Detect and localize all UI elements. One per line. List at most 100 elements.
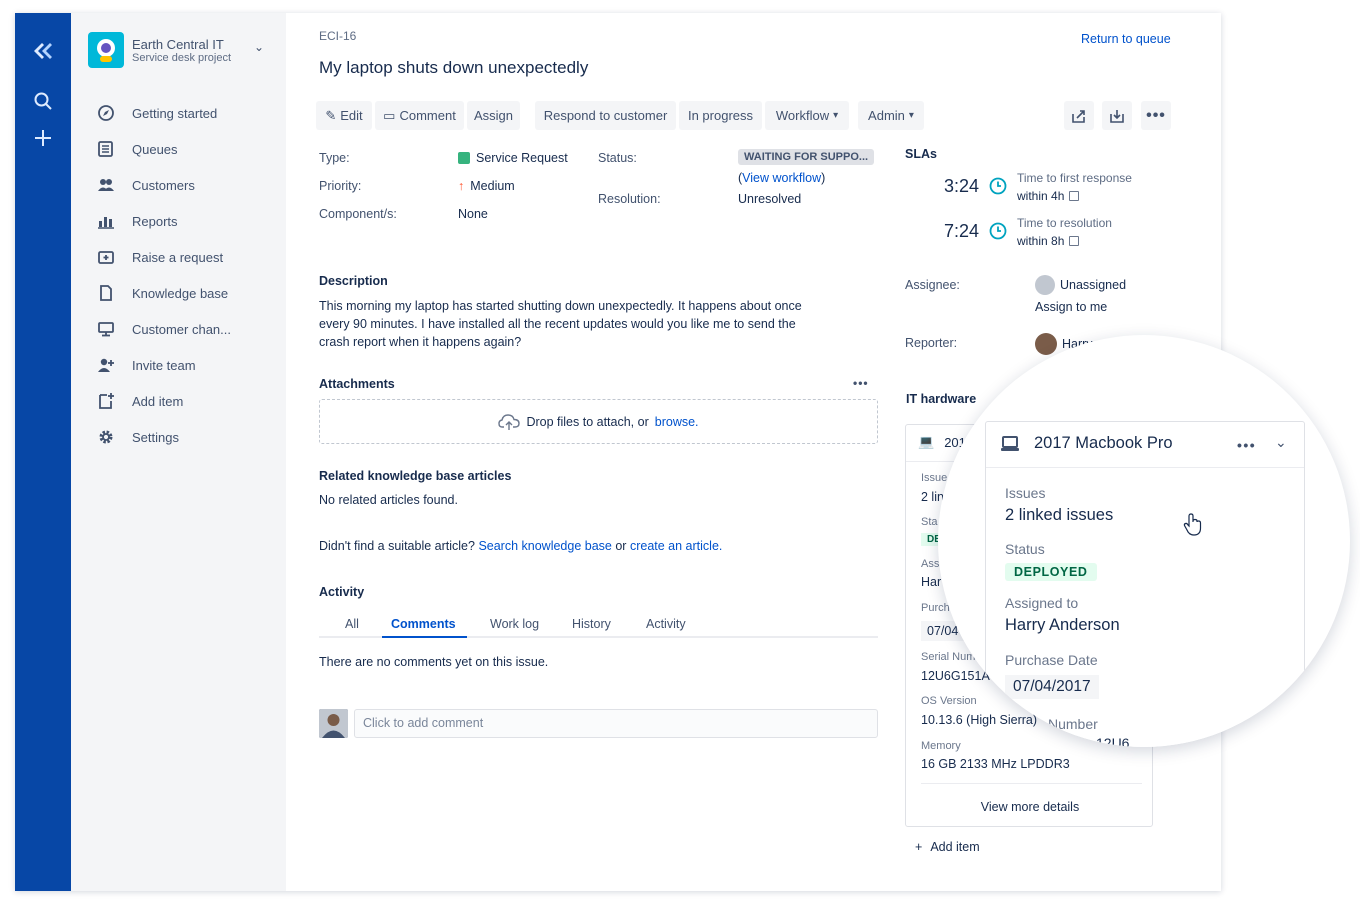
share-button[interactable] <box>1064 101 1094 130</box>
create-article-link[interactable]: create an article. <box>630 539 722 553</box>
workflow-dropdown[interactable]: Workflow ▾ <box>765 101 849 130</box>
ellipsis-icon: ••• <box>1146 106 1166 124</box>
project-switcher[interactable]: Earth Central IT Service desk project ⌄ <box>88 32 278 72</box>
sla-time: 7:24 <box>944 221 980 241</box>
slas-heading: SLAs <box>905 147 937 161</box>
attachments-more-icon[interactable]: ••• <box>853 376 869 390</box>
tab-all[interactable]: All <box>345 617 359 631</box>
issue-key[interactable]: ECI-16 <box>319 29 356 43</box>
issue-title[interactable]: My laptop shuts down unexpectedly <box>319 58 588 78</box>
status-badge[interactable]: WAITING FOR SUPPO... <box>738 149 875 165</box>
clock-icon <box>989 222 1007 240</box>
sidebar-item-label: Customer chan... <box>132 321 231 337</box>
more-actions-button[interactable]: ••• <box>1141 101 1171 130</box>
sidebar-item-invite-team[interactable]: Invite team <box>71 347 286 383</box>
comment-button[interactable]: ▭ Comment <box>375 101 464 130</box>
plus-icon[interactable] <box>15 128 71 148</box>
sidebar-item-settings[interactable]: Settings <box>71 419 286 455</box>
divider <box>986 467 1304 468</box>
sidebar-item-reports[interactable]: Reports <box>71 203 286 239</box>
no-comments-text: There are no comments yet on this issue. <box>319 655 549 669</box>
project-sidebar: Earth Central IT Service desk project ⌄ … <box>71 13 286 891</box>
activity-heading: Activity <box>319 585 365 599</box>
active-tab-indicator <box>382 636 467 638</box>
search-kb-link[interactable]: Search knowledge base <box>478 539 611 553</box>
priority-value: ↑ Medium <box>458 179 515 193</box>
tab-history[interactable]: History <box>572 617 611 631</box>
share-icon <box>1072 109 1085 123</box>
respond-to-customer-button[interactable]: Respond to customer <box>535 101 676 130</box>
sidebar-item-raise-request[interactable]: Raise a request <box>71 239 286 275</box>
sidebar-item-knowledge-base[interactable]: Knowledge base <box>71 275 286 311</box>
admin-dropdown[interactable]: Admin ▾ <box>858 101 924 130</box>
sidebar-item-label: Customers <box>132 177 195 193</box>
browse-link[interactable]: browse. <box>655 415 699 429</box>
return-to-queue-link[interactable]: Return to queue <box>1081 32 1171 46</box>
hand-cursor-icon <box>1183 513 1202 536</box>
chevron-down-icon[interactable]: ⌄ <box>254 40 264 54</box>
clock-icon <box>989 177 1007 195</box>
kb-prompt: Didn't find a suitable article? Search k… <box>319 539 723 553</box>
edit-button[interactable]: ✎ Edit <box>316 101 372 130</box>
export-button[interactable] <box>1102 101 1132 130</box>
laptop-icon <box>1001 435 1019 451</box>
in-progress-button[interactable]: In progress <box>679 101 762 130</box>
issues-link[interactable]: 2 lin <box>921 490 944 504</box>
type-label: Type: <box>319 151 350 165</box>
assigned-value: Harry Anderson <box>1005 616 1120 634</box>
kb-heading: Related knowledge base articles <box>319 469 512 483</box>
assigned-label: Assigned to <box>1005 595 1079 611</box>
description-heading: Description <box>319 274 388 288</box>
calendar-icon <box>1069 191 1080 201</box>
status-badge: DEPLOYED <box>1005 562 1097 581</box>
os-label: OS Version <box>921 695 977 707</box>
chevron-down-icon: ▾ <box>833 110 839 121</box>
assigned-value: Har <box>921 575 942 589</box>
divider <box>921 783 1142 784</box>
more-icon[interactable]: ••• <box>1237 437 1256 453</box>
sidebar-item-label: Getting started <box>132 105 218 121</box>
sidebar-item-label: Raise a request <box>132 249 224 265</box>
assign-button[interactable]: Assign <box>467 101 520 130</box>
assign-to-me-link[interactable]: Assign to me <box>1035 300 1107 314</box>
view-workflow-link[interactable]: View workflow <box>742 171 821 185</box>
sidebar-item-customers[interactable]: Customers <box>71 167 286 203</box>
resolution-value: Unresolved <box>738 192 802 206</box>
sidebar-item-queues[interactable]: Queues <box>71 131 286 167</box>
serial-number-value: 12U6 <box>1096 735 1130 747</box>
sidebar-item-customer-channels[interactable]: Customer chan... <box>71 311 286 347</box>
add-comment-field[interactable]: Click to add comment <box>354 709 878 738</box>
sidebar-item-label: Knowledge base <box>132 285 229 301</box>
serial-number-label: Number <box>1048 716 1098 732</box>
laptop-icon: 💻 <box>918 434 935 449</box>
status-label: Sta <box>921 516 938 528</box>
purchase-date-value[interactable]: 07/04/2017 <box>1005 675 1099 699</box>
tab-activity[interactable]: Activity <box>646 617 686 631</box>
chevron-down-icon[interactable]: ⌄ <box>1275 434 1287 451</box>
sidebar-item-label: Add item <box>132 393 184 409</box>
plus-icon: + <box>915 840 923 854</box>
sla-target: within 4h <box>1017 189 1080 203</box>
tab-work-log[interactable]: Work log <box>490 617 539 631</box>
resolution-label: Resolution: <box>598 192 661 206</box>
gear-icon <box>99 430 113 444</box>
description-text[interactable]: This morning my laptop has started shutt… <box>319 297 879 351</box>
add-item-icon <box>99 393 114 409</box>
jira-logo-icon[interactable] <box>15 39 71 65</box>
attachment-dropzone[interactable]: Drop files to attach, or browse. <box>319 399 878 444</box>
add-item-link[interactable]: + Add item <box>915 840 980 854</box>
sla-target: within 8h <box>1017 234 1080 248</box>
assignee-value[interactable]: Unassigned <box>1035 275 1126 295</box>
view-more-details-link[interactable]: View more details <box>906 800 1154 814</box>
sidebar-item-add-item[interactable]: Add item <box>71 383 286 419</box>
sidebar-item-getting-started[interactable]: Getting started <box>71 95 286 131</box>
linked-issues-link[interactable]: 2 linked issues <box>1005 506 1113 525</box>
pencil-icon: ✎ <box>325 107 337 123</box>
monitor-icon <box>98 322 114 337</box>
cloud-upload-icon <box>498 413 521 430</box>
priority-label: Priority: <box>319 179 362 193</box>
zoomed-card-header[interactable]: 2017 Macbook Pro <box>1000 434 1173 453</box>
magnified-hardware-card: 2017 Macbook Pro ••• ⌄ Issues 2 linked i… <box>938 335 1350 747</box>
tab-comments[interactable]: Comments <box>391 617 456 631</box>
search-icon[interactable] <box>15 91 71 111</box>
